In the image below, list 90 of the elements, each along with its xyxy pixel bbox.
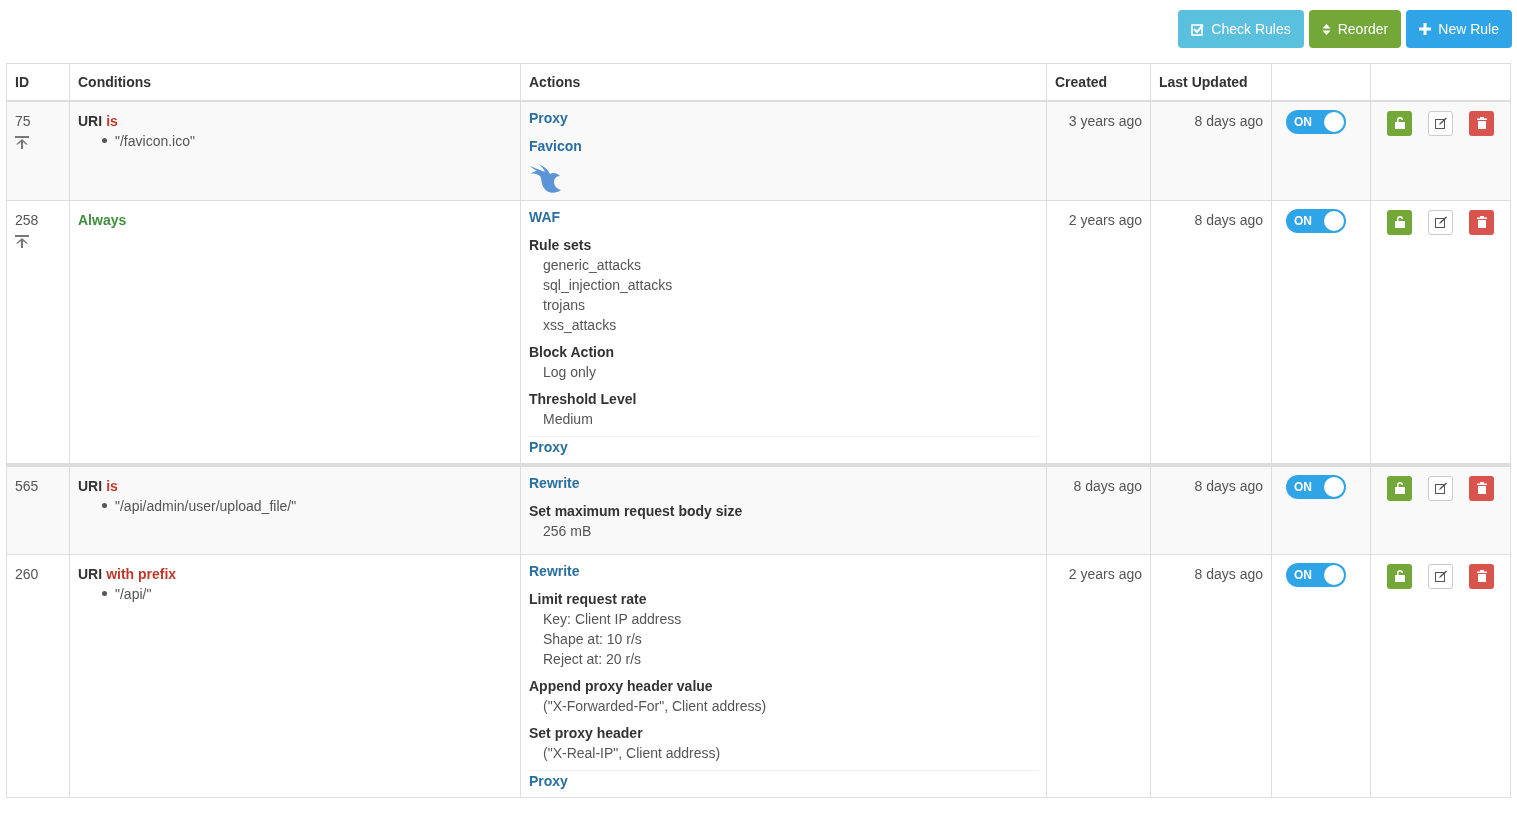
unlock-icon (1394, 570, 1405, 582)
action-link[interactable]: Proxy (529, 109, 568, 126)
parameter-heading: Set proxy header (529, 723, 644, 743)
delete-button[interactable] (1469, 209, 1494, 235)
edit-icon (1434, 570, 1447, 582)
created-cell: 8 days ago (1073, 477, 1142, 494)
unlock-button[interactable] (1387, 563, 1412, 589)
edit-icon (1434, 482, 1447, 494)
condition-subject: URI (78, 564, 103, 584)
column-header: Conditions (69, 63, 521, 101)
unlock-button[interactable] (1387, 110, 1412, 136)
unlock-icon (1394, 482, 1405, 494)
toggle-switch[interactable]: ON (1286, 109, 1346, 134)
toolbar-button[interactable]: Reorder (1308, 10, 1402, 48)
column-header: ID (6, 63, 70, 101)
parameter-value: Log only (542, 362, 597, 382)
bullet-icon (102, 138, 107, 143)
parameter-value: ("X-Real-IP", Client address) (542, 743, 722, 763)
bullet-icon (102, 503, 107, 508)
column-header: Created (1046, 63, 1151, 101)
column-header: Actions (520, 63, 1047, 101)
parameter-value: trojans (542, 295, 587, 315)
sort-icon (1321, 22, 1331, 36)
trash-icon (1476, 117, 1487, 129)
trash-icon (1476, 216, 1487, 228)
parameter-heading: Limit request rate (529, 589, 648, 609)
parameter-value: Key: Client IP address (542, 609, 683, 629)
parameter-value: Reject at: 20 r/s (542, 649, 643, 669)
condition-value: "/api/" (115, 584, 152, 604)
condition-operator: is (106, 111, 118, 131)
bullet-icon (102, 591, 107, 596)
parameter-value: Shape at: 10 r/s (542, 629, 643, 649)
condition-subject: URI (78, 111, 103, 131)
action-link[interactable]: WAF (529, 208, 561, 225)
delete-button[interactable] (1469, 110, 1494, 136)
parameter-value: ("X-Forwarded-For", Client address) (542, 696, 768, 716)
action-link[interactable]: Rewrite (529, 562, 580, 579)
delete-button[interactable] (1469, 563, 1494, 589)
trash-icon (1476, 482, 1487, 494)
parameter-value: 256 mB (542, 521, 593, 541)
toggle-switch[interactable]: ON (1286, 562, 1346, 587)
id-cell-text: 258 (15, 210, 40, 230)
toggle-switch[interactable]: ON (1286, 208, 1346, 233)
created-cell: 3 years ago (1068, 112, 1142, 129)
updated-cell: 8 days ago (1194, 565, 1263, 582)
unlock-icon (1394, 117, 1405, 129)
edit-button[interactable] (1428, 563, 1453, 589)
edit-button[interactable] (1428, 475, 1453, 501)
parameter-value: generic_attacks (542, 255, 643, 275)
action-link[interactable]: Rewrite (529, 474, 580, 491)
bird-logo-icon (529, 163, 561, 194)
id-cell-text: 260 (15, 564, 40, 584)
parameter-heading: Append proxy header value (529, 676, 714, 696)
plus-icon (1419, 23, 1432, 35)
edit-button[interactable] (1428, 209, 1453, 235)
column-header: Last Updated (1150, 63, 1272, 101)
edit-button[interactable] (1428, 110, 1453, 136)
parameter-value: Medium (542, 409, 594, 429)
updated-cell: 8 days ago (1194, 112, 1263, 129)
id-cell-text: 75 (15, 111, 32, 131)
action-link[interactable]: Proxy (529, 772, 568, 789)
toolbar-button[interactable]: New Rule (1406, 10, 1512, 48)
id-cell-text: 565 (15, 476, 40, 496)
action-link[interactable]: Proxy (529, 438, 568, 455)
condition-operator: is (106, 476, 118, 496)
parameter-value: xss_attacks (542, 315, 618, 335)
unlock-button[interactable] (1387, 475, 1412, 501)
condition-subject: URI (78, 476, 103, 496)
parameter-heading: Block Action (529, 342, 616, 362)
parameter-value: sql_injection_attacks (542, 275, 674, 295)
condition-value: "/favicon.ico" (115, 131, 195, 151)
condition-operator: with prefix (106, 564, 177, 584)
updated-cell: 8 days ago (1194, 477, 1263, 494)
edit-icon (1434, 117, 1447, 129)
created-cell: 2 years ago (1068, 211, 1142, 228)
parameter-heading: Threshold Level (529, 389, 638, 409)
parameter-heading: Set maximum request body size (529, 501, 744, 521)
delete-button[interactable] (1469, 475, 1494, 501)
toggle-switch[interactable]: ON (1286, 474, 1346, 499)
updated-cell: 8 days ago (1194, 211, 1263, 228)
created-cell: 2 years ago (1068, 565, 1142, 582)
action-link[interactable]: Favicon (529, 137, 582, 154)
unlock-icon (1394, 216, 1405, 228)
edit-icon (1434, 216, 1447, 228)
checkbox-icon (1191, 22, 1205, 36)
condition-label: Always (78, 211, 127, 228)
unlock-button[interactable] (1387, 209, 1412, 235)
parameter-heading: Rule sets (529, 235, 593, 255)
trash-icon (1476, 570, 1487, 582)
condition-value: "/api/admin/user/upload_file/" (115, 496, 297, 516)
